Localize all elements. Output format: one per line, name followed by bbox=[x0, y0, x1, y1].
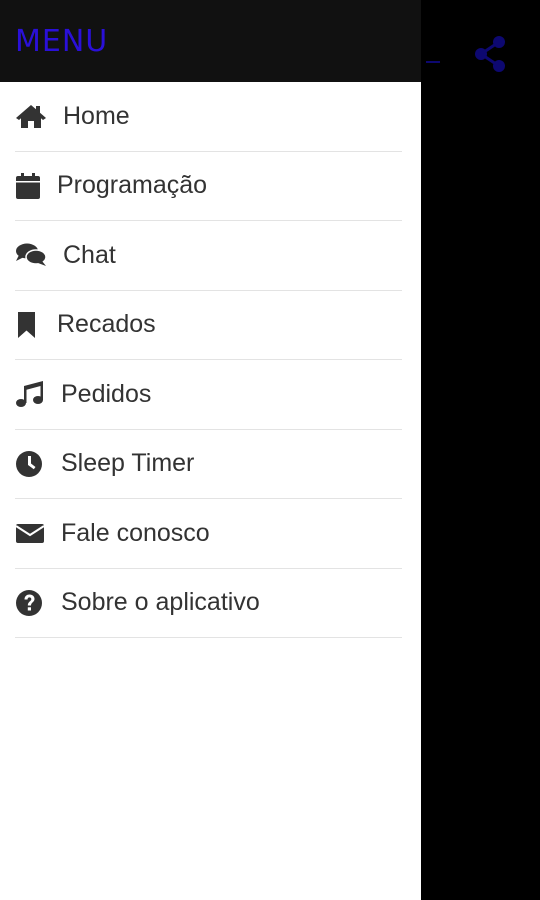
share-button[interactable] bbox=[470, 33, 510, 75]
menu-item-label: Programação bbox=[57, 171, 208, 200]
envelope-icon bbox=[15, 519, 47, 547]
menu-item-label: Home bbox=[63, 101, 130, 130]
menu-item-sleep-timer[interactable]: Sleep Timer bbox=[15, 430, 402, 499]
clock-icon bbox=[15, 450, 47, 478]
menu-item-chat[interactable]: Chat bbox=[15, 221, 402, 291]
calendar-icon bbox=[15, 172, 47, 200]
menu-item-fale-conosco[interactable]: Fale conosco bbox=[15, 499, 402, 569]
menu-item-label: Chat bbox=[63, 240, 116, 269]
menu-list: Home Programação Chat Recados Pedidos Sl… bbox=[0, 82, 421, 638]
menu-item-recados[interactable]: Recados bbox=[15, 291, 402, 360]
menu-item-label: Recados bbox=[57, 310, 156, 339]
drawer-header: MENU bbox=[0, 0, 421, 82]
chat-icon bbox=[15, 241, 47, 269]
menu-item-label: Sobre o aplicativo bbox=[61, 588, 260, 617]
drawer-title: MENU bbox=[15, 24, 109, 59]
music-note-icon bbox=[15, 380, 47, 408]
bookmark-icon bbox=[15, 311, 47, 339]
menu-item-pedidos[interactable]: Pedidos bbox=[15, 360, 402, 430]
toolbar-divider bbox=[426, 61, 440, 63]
question-circle-icon bbox=[15, 589, 47, 617]
menu-item-label: Sleep Timer bbox=[61, 449, 195, 478]
menu-item-label: Pedidos bbox=[61, 379, 152, 408]
navigation-drawer: MENU Home Programação Chat Recados Pedid… bbox=[0, 0, 421, 900]
menu-item-label: Fale conosco bbox=[61, 518, 210, 547]
home-icon bbox=[15, 102, 47, 130]
menu-item-programacao[interactable]: Programação bbox=[15, 152, 402, 221]
share-icon bbox=[475, 36, 505, 72]
menu-item-home[interactable]: Home bbox=[15, 82, 402, 152]
menu-item-sobre[interactable]: Sobre o aplicativo bbox=[15, 569, 402, 638]
